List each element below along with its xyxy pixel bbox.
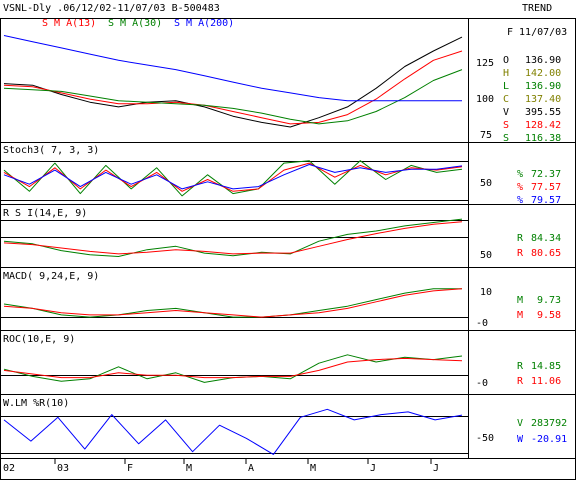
- roc-panel: [0, 330, 576, 395]
- stoch-tick-50: 50: [480, 178, 492, 189]
- stoch-readout: % 72.37 % 77.57 % 79.57: [517, 169, 561, 206]
- stoch-readout-key: %: [517, 169, 523, 180]
- stoch-readout-value: 72.37: [531, 169, 561, 180]
- macd-readout-value: 9.73: [537, 295, 561, 306]
- price-readout-value: 128.42: [525, 120, 561, 131]
- x-label-feb: F: [127, 463, 133, 474]
- legend-sma200: S M A(200): [174, 18, 234, 29]
- price-tick-125: 125: [476, 58, 494, 69]
- stoch-readout-key: %: [517, 182, 523, 193]
- rsi-readout-key: R: [517, 248, 524, 259]
- roc-tick-0: -0: [476, 378, 488, 389]
- wlm-panel: [0, 394, 576, 459]
- wlm-readout-key: V: [517, 418, 523, 429]
- macd-title: MACD( 9,24,E, 9): [3, 271, 99, 282]
- stoch-readout-value: 79.57: [531, 195, 561, 206]
- roc-readout-key: R: [517, 361, 524, 372]
- rsi-readout-value: 80.65: [531, 248, 561, 259]
- wlm-readout-value: 283792: [531, 418, 567, 429]
- macd-readout: M 9.73 M 9.58: [517, 295, 561, 321]
- x-label-apr: A: [248, 463, 254, 474]
- stoch-title: Stoch3( 7, 3, 3): [3, 145, 99, 156]
- macd-readout-value: 9.58: [537, 310, 561, 321]
- price-tick-75: 75: [480, 130, 492, 141]
- price-readout-value: 136.90: [525, 55, 561, 66]
- price-readout: O 136.90 H 142.00 L 136.90 C 137.40 V 39…: [503, 55, 561, 144]
- wlm-readout-key: W: [517, 434, 524, 445]
- price-readout-key: C: [503, 94, 509, 105]
- x-label-jun: J: [370, 463, 376, 474]
- macd-macd-line: [3, 288, 462, 318]
- x-label-jul: J: [433, 463, 439, 474]
- wlm-readout: V 283792 W -20.91: [517, 418, 567, 445]
- price-readout-key: L: [503, 81, 509, 92]
- macd-readout-key: M: [517, 310, 523, 321]
- stoch-d-line: [3, 162, 463, 192]
- technical-chart: VSNL-Dly .06/12/02-11/07/03 B-500483 TRE…: [0, 3, 576, 480]
- price-readout-value: 116.38: [525, 133, 561, 144]
- trend-label: TREND: [522, 3, 552, 14]
- wlm-tick-50: -50: [476, 433, 494, 444]
- roc-readout-value: 14.85: [531, 361, 561, 372]
- price-readout-key: V: [503, 107, 509, 118]
- price-readout-key: H: [503, 68, 509, 79]
- price-readout-value: 137.40: [525, 94, 561, 105]
- roc-readout-key: R: [517, 376, 524, 387]
- price-readout-value: 136.90: [525, 81, 561, 92]
- price-readout-key: S: [503, 133, 509, 144]
- legend-sma13: S M A(13): [42, 18, 96, 29]
- rsi-title: R S I(14,E, 9): [3, 208, 87, 219]
- rsi-tick-50: 50: [480, 250, 492, 261]
- rsi-readout: R 84.34 R 80.65: [517, 233, 561, 259]
- price-readout-key: S: [503, 120, 509, 131]
- price-readout-key: O: [503, 55, 509, 66]
- legend-sma30: S M A(30): [108, 18, 162, 29]
- price-readout-value: 395.55: [525, 107, 561, 118]
- wlm-title: W.LM %R(10): [3, 398, 69, 409]
- stoch-readout-key: %: [517, 195, 523, 206]
- x-label-dec02: 02: [3, 463, 15, 474]
- rsi-readout-key: R: [517, 233, 524, 244]
- x-axis-strip: [0, 458, 576, 480]
- chart-title: VSNL-Dly .06/12/02-11/07/03 B-500483: [3, 3, 220, 14]
- wlm-readout-value: -20.91: [531, 434, 567, 445]
- roc-signal-line: [3, 357, 463, 379]
- price-readout-value: 142.00: [525, 68, 561, 79]
- series-layer: [3, 35, 463, 455]
- chart-window: VSNL-Dly .06/12/02-11/07/03 B-500483 TRE…: [0, 0, 576, 480]
- stoch-readout-value: 77.57: [531, 182, 561, 193]
- x-label-jan03: 03: [57, 463, 69, 474]
- roc-title: ROC(10,E, 9): [3, 334, 75, 345]
- roc-readout-value: 11.06: [531, 376, 561, 387]
- macd-readout-key: M: [517, 295, 523, 306]
- price-date: F 11/07/03: [507, 27, 567, 38]
- macd-tick-0: -0: [476, 318, 488, 329]
- price-s-m-a-13-line: [3, 50, 463, 125]
- rsi-readout-value: 84.34: [531, 233, 561, 244]
- price-tick-100: 100: [476, 94, 494, 105]
- x-label-mar: M: [186, 463, 192, 474]
- macd-tick-10: 10: [480, 287, 492, 298]
- roc-readout: R 14.85 R 11.06: [517, 361, 561, 387]
- macd-signal-line: [3, 288, 463, 318]
- price-s-m-a-200-line: [3, 35, 462, 102]
- stoch-k-line: [3, 160, 463, 197]
- x-label-may: M: [310, 463, 316, 474]
